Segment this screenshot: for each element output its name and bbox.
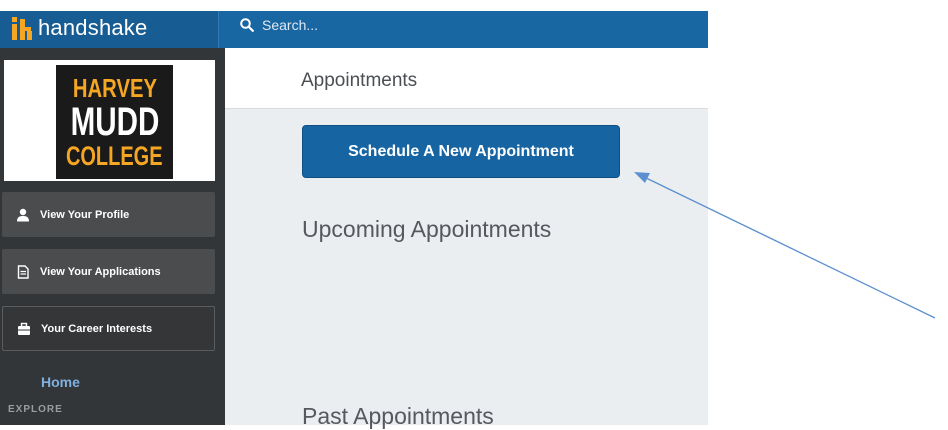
sidebar: HARVEY MUDD COLLEGE View Your Profile Vi… [0, 48, 225, 425]
career-interests-label: Your Career Interests [41, 322, 153, 335]
search-icon[interactable] [240, 18, 254, 32]
sidebar-section-explore: EXPLORE [8, 404, 63, 415]
college-logo: HARVEY MUDD COLLEGE [56, 65, 173, 179]
college-logo-container: HARVEY MUDD COLLEGE [4, 60, 215, 181]
briefcase-icon [18, 322, 30, 335]
view-profile-label: View Your Profile [40, 208, 130, 221]
view-applications-label: View Your Applications [40, 265, 161, 278]
upcoming-appointments-heading: Upcoming Appointments [302, 216, 552, 242]
past-appointments-heading: Past Appointments [302, 403, 494, 429]
logo-line-2: MUDD [70, 99, 159, 144]
document-icon [17, 264, 29, 279]
search-input[interactable] [262, 17, 562, 33]
logo-line-1: HARVEY [72, 72, 157, 103]
schedule-appointment-button[interactable]: Schedule A New Appointment [302, 125, 620, 178]
user-icon [17, 208, 29, 221]
search-bar[interactable] [240, 15, 562, 35]
career-interests-button[interactable]: Your Career Interests [2, 306, 215, 351]
view-profile-button[interactable]: View Your Profile [2, 192, 215, 237]
top-white-strip [0, 0, 708, 11]
handshake-logo-icon[interactable] [11, 17, 33, 41]
page-title: Appointments [301, 70, 418, 91]
sidebar-item-home[interactable]: Home [41, 374, 80, 390]
brand-divider [218, 11, 219, 48]
view-applications-button[interactable]: View Your Applications [2, 249, 215, 294]
brand-name[interactable]: handshake [38, 15, 147, 41]
logo-line-3: COLLEGE [66, 140, 163, 171]
page-header: Appointments [225, 48, 708, 109]
